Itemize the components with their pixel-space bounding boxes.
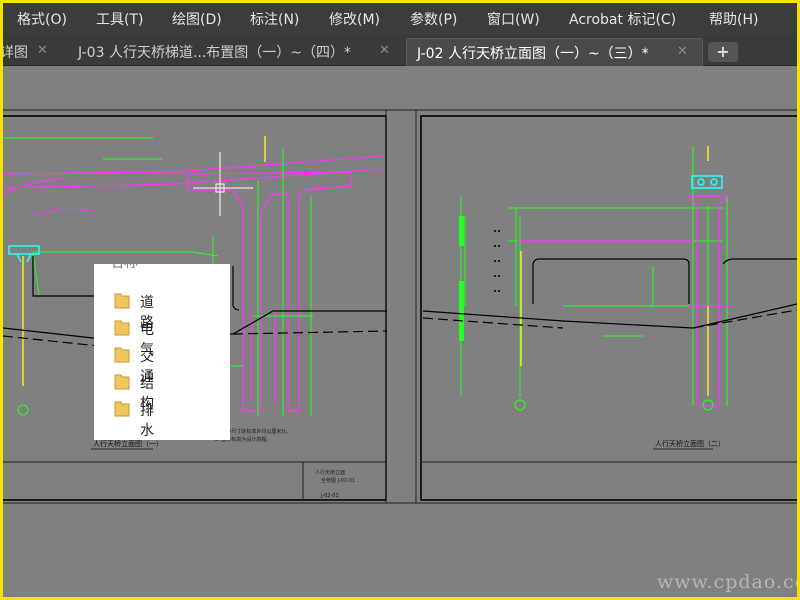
drawing-number: J-02-01 — [320, 493, 339, 499]
menu-dimension[interactable]: 标注(N) — [250, 9, 299, 29]
drawing-canvas[interactable]: 1. 图中尺寸除标高外均以厘米计。 2. 图示标高为设计高程。 人行天桥立面 全… — [3, 66, 797, 597]
menu-draw[interactable]: 绘图(D) — [172, 9, 222, 29]
tab-j02[interactable]: J-02 人行天桥立面图（一）~（三）* ✕ — [406, 38, 703, 66]
menu-window[interactable]: 窗口(W) — [487, 9, 540, 29]
menu-format[interactable]: 格式(O) — [17, 9, 67, 29]
folder-popup: 名称 道路 电气 交通 结构 排水 — [94, 264, 230, 440]
menu-tools[interactable]: 工具(T) — [96, 9, 143, 29]
folder-icon — [114, 347, 130, 363]
svg-text:全桥图 J-02-01: 全桥图 J-02-01 — [321, 477, 355, 484]
folder-icon — [114, 374, 130, 390]
watermark: www.cpdao.com — [657, 571, 797, 593]
popup-header: 名称 — [110, 264, 138, 272]
tab-j02-label: J-02 人行天桥立面图（一）~（三）* — [417, 46, 649, 62]
tab-detail[interactable]: 详图 ✕ — [3, 38, 60, 65]
folder-icon — [114, 320, 130, 336]
menu-parameters[interactable]: 参数(P) — [410, 9, 457, 29]
folder-icon — [114, 293, 130, 309]
folder-label: 排水 — [140, 403, 154, 439]
right-sheet-title: 人行天桥立面图（二） — [655, 439, 725, 448]
menu-acrobat[interactable]: Acrobat 标记(C) — [569, 9, 676, 29]
tab-j03-label: J-03 人行天桥梯道...布置图（一）~（四）* — [78, 45, 352, 61]
folder-icon — [114, 401, 130, 417]
menu-bar: 格式(O) 工具(T) 绘图(D) 标注(N) 修改(M) 参数(P) 窗口(W… — [3, 3, 797, 35]
menu-modify[interactable]: 修改(M) — [329, 9, 380, 29]
tab-j03[interactable]: J-03 人行天桥梯道...布置图（一）~（四）* ✕ — [68, 38, 398, 65]
crosshair-cursor — [193, 152, 253, 216]
close-icon[interactable]: ✕ — [37, 43, 48, 58]
close-icon[interactable]: ✕ — [379, 43, 390, 58]
tab-detail-label: 详图 — [3, 45, 28, 61]
add-tab-button[interactable]: + — [708, 42, 738, 62]
plus-icon: + — [716, 42, 730, 61]
close-icon[interactable]: ✕ — [677, 44, 688, 59]
menu-help[interactable]: 帮助(H) — [709, 9, 758, 29]
document-tab-bar: 详图 ✕ J-03 人行天桥梯道...布置图（一）~（四）* ✕ J-02 人行… — [3, 35, 797, 66]
svg-text:人行天桥立面: 人行天桥立面 — [315, 469, 345, 476]
cad-window: 格式(O) 工具(T) 绘图(D) 标注(N) 修改(M) 参数(P) 窗口(W… — [3, 3, 797, 597]
left-sheet-title: 人行天桥立面图（一） — [93, 439, 163, 448]
